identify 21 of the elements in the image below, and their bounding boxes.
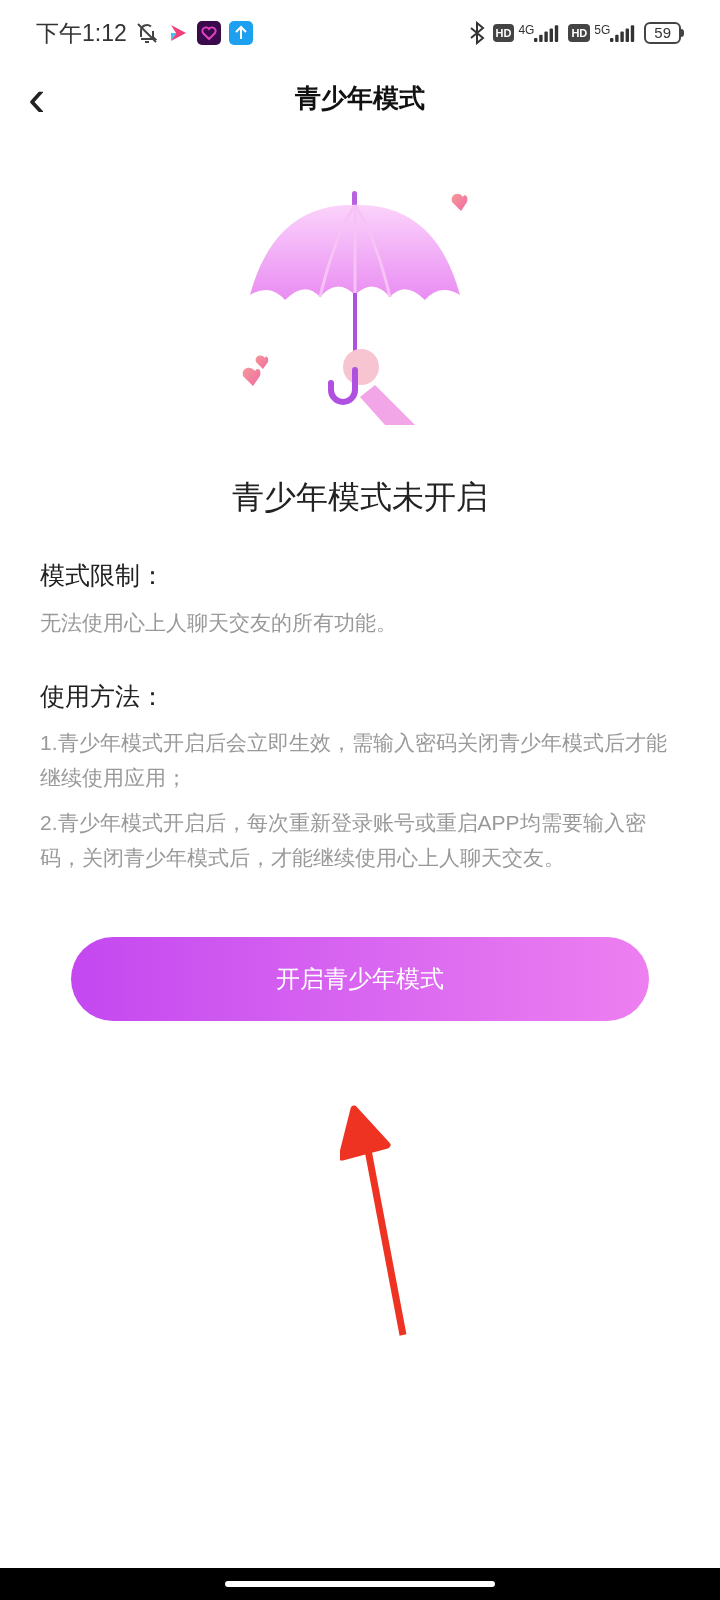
section-label: 使用方法： [40,680,166,712]
status-heading: 青少年模式未开启 [231,478,489,517]
battery-level: 59 [644,22,681,44]
hd-badge: HD [568,24,591,42]
network-type: 5G [594,24,611,36]
bluetooth-icon [468,21,485,45]
signal-icon [534,24,561,42]
heart-app-icon [196,21,221,45]
section-text: 2.青少年模式开启后，每次重新登录账号或重启APP均需要输入密码，关闭青少年模式后，才能继续使用心上人聊天交友。 [40,810,647,871]
home-indicator[interactable] [225,1581,495,1587]
signal-icon [610,24,637,42]
section-text: 1.青少年模式开启后会立即生效，需输入密码关闭青少年模式后才能继续使用应用； [40,730,668,791]
page-title: 青少年模式 [295,81,425,115]
hd-badge: HD [492,24,515,42]
section-text: 无法使用心上人聊天交友的所有功能。 [40,609,398,636]
back-button[interactable]: ‹ [28,72,46,124]
section-label: 模式限制： [40,560,166,591]
status-time: 下午1:12 [36,18,127,48]
network-type: 4G [518,24,535,36]
upload-app-icon [228,21,253,45]
bell-muted-icon [134,21,159,45]
